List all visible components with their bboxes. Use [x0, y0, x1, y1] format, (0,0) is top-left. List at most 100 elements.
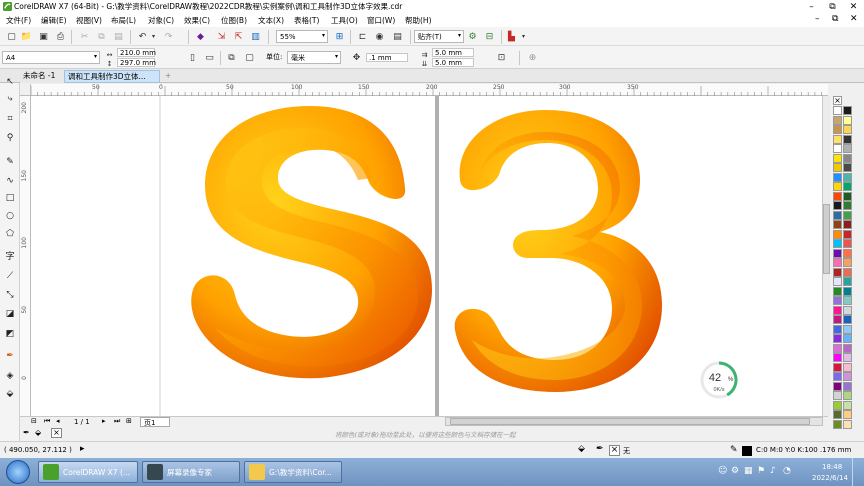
menu-effects[interactable]: 效果(C)	[184, 15, 210, 26]
add-tab-button[interactable]: +	[162, 70, 172, 83]
connector-tool-icon[interactable]: ⤡	[3, 288, 17, 302]
copy-icon[interactable]: ⧉	[95, 30, 108, 43]
launcher-dropdown-icon[interactable]: ▾	[517, 30, 530, 43]
digit-3[interactable]	[454, 110, 662, 392]
start-button[interactable]	[6, 460, 30, 484]
palette-swatch[interactable]	[833, 191, 842, 201]
zoom-level-combo[interactable]: 55% ▾	[276, 30, 328, 43]
menu-layout[interactable]: 布局(L)	[111, 15, 136, 26]
freehand-tool-icon[interactable]: ✎	[3, 155, 17, 169]
palette-swatch[interactable]	[843, 115, 852, 125]
no-color-swatch[interactable]: ⨯	[833, 96, 842, 105]
palette-swatch[interactable]	[833, 277, 842, 286]
play-icon[interactable]: ▸	[80, 444, 85, 454]
palette-swatch[interactable]	[833, 182, 842, 191]
palette-swatch[interactable]	[843, 191, 852, 201]
palette-swatch[interactable]	[833, 220, 842, 229]
palette-swatch[interactable]	[843, 410, 852, 419]
paste-icon[interactable]: ▤	[112, 30, 125, 43]
palette-swatch[interactable]	[843, 220, 852, 229]
full-screen-icon[interactable]: ⊞	[333, 30, 346, 43]
palette-swatch[interactable]	[833, 239, 842, 248]
palette-swatch[interactable]	[843, 125, 852, 134]
doc-restore-button[interactable]: ⧉	[832, 14, 838, 24]
palette-swatch[interactable]	[833, 125, 842, 134]
eyedropper-status-icon[interactable]: ✒	[596, 444, 604, 454]
units-combo[interactable]: 毫米 ▾	[287, 51, 341, 64]
menu-edit[interactable]: 编辑(E)	[41, 15, 67, 26]
palette-swatch[interactable]	[833, 400, 842, 410]
save-icon[interactable]: ▣	[37, 30, 50, 43]
portrait-icon[interactable]: ▯	[186, 51, 199, 64]
palette-swatch[interactable]	[843, 315, 852, 324]
menu-bitmaps[interactable]: 位图(B)	[221, 15, 247, 26]
palette-swatch[interactable]	[833, 381, 842, 391]
menu-text[interactable]: 文本(X)	[258, 15, 284, 26]
palette-swatch[interactable]	[843, 381, 852, 391]
palette-swatch[interactable]	[833, 391, 842, 400]
menu-file[interactable]: 文件(F)	[6, 15, 31, 26]
palette-swatch[interactable]	[833, 286, 842, 296]
all-pages-icon[interactable]: ⧉	[225, 51, 238, 64]
palette-swatch[interactable]	[843, 248, 852, 258]
palette-swatch[interactable]	[833, 201, 842, 210]
snap-to-combo[interactable]: 贴齐(T) ▾	[414, 30, 464, 43]
taskbar-coreldraw[interactable]: CorelDRAW X7 (...	[38, 461, 138, 483]
transparency-icon[interactable]: ◩	[3, 327, 17, 341]
palette-swatch[interactable]	[833, 353, 842, 362]
tab-untitled[interactable]: 未命名 -1	[20, 70, 64, 83]
previous-page-icon[interactable]: ◂	[56, 417, 60, 425]
duplicate-y-field[interactable]: 5.0 mm	[432, 58, 474, 67]
paintbucket-icon[interactable]: ⬙	[35, 428, 41, 437]
palette-swatch[interactable]	[833, 372, 842, 381]
palette-swatch[interactable]	[843, 106, 852, 115]
tab-current-document[interactable]: 调和工具制作3D立体...	[64, 70, 160, 83]
parallel-dimension-icon[interactable]: ⟋	[3, 269, 17, 283]
palette-swatch[interactable]	[843, 362, 852, 372]
menu-window[interactable]: 窗口(W)	[367, 15, 395, 26]
alignment-guides-icon[interactable]: ⊟	[483, 30, 496, 43]
no-fill-swatch[interactable]: ⨯	[51, 428, 62, 438]
horizontal-ruler[interactable]: 50 0 50 100 150 200 250 300 350	[31, 84, 828, 96]
palette-swatch[interactable]	[843, 286, 852, 296]
doc-close-button[interactable]: ✕	[850, 14, 858, 24]
restore-button[interactable]: ⧉	[822, 0, 843, 13]
interactive-fill-icon[interactable]: ◈	[3, 369, 17, 383]
palette-swatch[interactable]	[843, 343, 852, 353]
search-content-icon[interactable]: ◆	[194, 30, 207, 43]
redo-icon[interactable]: ↷	[162, 30, 175, 43]
palette-swatch[interactable]	[833, 106, 842, 115]
export-pdf-icon[interactable]: ▥	[249, 30, 262, 43]
page-view-icon[interactable]: ▤	[391, 30, 404, 43]
menu-tools[interactable]: 工具(O)	[331, 15, 358, 26]
palette-swatch[interactable]	[843, 172, 852, 182]
first-page-icon[interactable]: ⏮	[44, 417, 50, 426]
options-icon[interactable]: ⚙	[466, 30, 479, 43]
palette-swatch[interactable]	[843, 163, 852, 172]
pick-tool-icon[interactable]: ↖	[3, 75, 17, 89]
palette-swatch[interactable]	[843, 391, 852, 400]
last-page-icon[interactable]: ⏭	[114, 417, 120, 426]
nudge-distance-field[interactable]: .1 mm	[366, 53, 408, 62]
palette-swatch[interactable]	[843, 210, 852, 220]
next-page-icon[interactable]: ▸	[102, 417, 106, 425]
eyedropper-icon[interactable]: ✒	[23, 428, 30, 437]
minimize-button[interactable]: –	[801, 0, 822, 13]
view-toggle-icon[interactable]: ◉	[373, 30, 386, 43]
cut-icon[interactable]: ✂	[78, 30, 91, 43]
add-page-icon[interactable]: ⊞	[126, 417, 132, 425]
clock-date[interactable]: 2022/6/14	[812, 474, 848, 482]
page-tab[interactable]: 页1	[140, 417, 170, 427]
close-button[interactable]: ✕	[843, 0, 864, 13]
palette-swatch[interactable]	[833, 362, 842, 372]
tray-flag-icon[interactable]: ⚑	[757, 466, 765, 476]
palette-swatch[interactable]	[843, 296, 852, 305]
show-desktop-button[interactable]	[852, 458, 864, 486]
color-eyedropper-icon[interactable]: ✒	[3, 349, 17, 363]
print-icon[interactable]: ⎙	[54, 30, 67, 43]
palette-swatch[interactable]	[843, 267, 852, 277]
page-border-icon[interactable]: ⊡	[495, 51, 508, 64]
zoom-tool-icon[interactable]: ⚲	[3, 131, 17, 145]
palette-swatch[interactable]	[833, 210, 842, 220]
export-icon[interactable]: ⇱	[232, 30, 245, 43]
